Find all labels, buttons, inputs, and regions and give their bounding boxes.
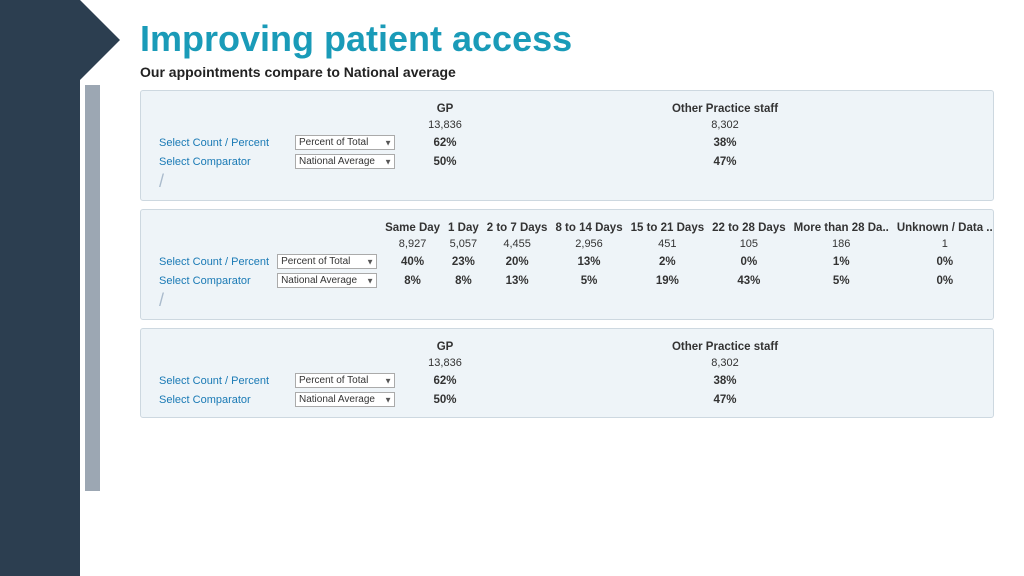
pct-unknown: 0%: [893, 252, 997, 271]
select-comparator-p2[interactable]: National Average ▼: [277, 273, 377, 288]
col-same-day: Same Day: [381, 220, 444, 236]
select-comparator-p1[interactable]: National Average ▼: [295, 154, 395, 169]
cmp-8-14: 5%: [551, 271, 626, 290]
other-comparator-p3: 47%: [665, 390, 785, 409]
other-percent-p3: 38%: [665, 371, 785, 390]
count-8-14: 2,956: [551, 236, 626, 252]
gp-count: 13,836: [405, 117, 485, 133]
col-2-7-days: 2 to 7 Days: [483, 220, 552, 236]
select-comparator-p3[interactable]: National Average ▼: [295, 392, 395, 407]
col-other-staff-p3: Other Practice staff: [665, 339, 785, 355]
count-15-21: 451: [627, 236, 709, 252]
select-comparator-label-p2: Select Comparator: [155, 271, 273, 290]
select-count-p3[interactable]: Percent of Total ▼: [295, 373, 395, 388]
count-22-28: 105: [708, 236, 790, 252]
pct-8-14: 13%: [551, 252, 626, 271]
gp-comparator-p1: 50%: [405, 152, 485, 171]
pct-22-28: 0%: [708, 252, 790, 271]
count-2-7: 4,455: [483, 236, 552, 252]
col-22-28-days: 22 to 28 Days: [708, 220, 790, 236]
col-15-21-days: 15 to 21 Days: [627, 220, 709, 236]
select-count-label-p2: Select Count / Percent: [155, 252, 273, 271]
count-same-day: 8,927: [381, 236, 444, 252]
select-count-label-p3: Select Count / Percent: [155, 371, 285, 390]
gp-count-p3: 13,836: [405, 355, 485, 371]
page-subtitle: Our appointments compare to National ave…: [140, 64, 994, 80]
count-unknown: 1: [893, 236, 997, 252]
cmp-1-day: 8%: [444, 271, 483, 290]
gp-percent-p3: 62%: [405, 371, 485, 390]
panel-days: Same Day 1 Day 2 to 7 Days 8 to 14 Days …: [140, 209, 994, 320]
col-1-day: 1 Day: [444, 220, 483, 236]
pct-same-day: 40%: [381, 252, 444, 271]
count-more-28: 186: [790, 236, 893, 252]
col-8-14-days: 8 to 14 Days: [551, 220, 626, 236]
panel-gp-staff: GP Other Practice staff 13,836 8,302: [140, 90, 994, 201]
pct-1-day: 23%: [444, 252, 483, 271]
gp-percent-p1: 62%: [405, 133, 485, 152]
select-comparator-label-p1: Select Comparator: [155, 152, 285, 171]
other-count-p3: 8,302: [665, 355, 785, 371]
count-1-day: 5,057: [444, 236, 483, 252]
select-count-p1[interactable]: Percent of Total ▼: [295, 135, 395, 150]
panel-gp-staff-2: GP Other Practice staff 13,836 8,302: [140, 328, 994, 418]
pct-2-7: 20%: [483, 252, 552, 271]
col-gp: GP: [405, 101, 485, 117]
slash-deco-1: /: [159, 171, 164, 192]
cmp-15-21: 19%: [627, 271, 709, 290]
col-more-28: More than 28 Da..: [790, 220, 893, 236]
cmp-22-28: 43%: [708, 271, 790, 290]
select-comparator-label-p3: Select Comparator: [155, 390, 285, 409]
col-unknown: Unknown / Data ..: [893, 220, 997, 236]
select-count-p2[interactable]: Percent of Total ▼: [277, 254, 377, 269]
other-percent-p1: 38%: [665, 133, 785, 152]
pct-15-21: 2%: [627, 252, 709, 271]
cmp-2-7: 13%: [483, 271, 552, 290]
other-comparator-p1: 47%: [665, 152, 785, 171]
cmp-unknown: 0%: [893, 271, 997, 290]
select-count-label-p1: Select Count / Percent: [155, 133, 285, 152]
gp-comparator-p3: 50%: [405, 390, 485, 409]
col-other-staff: Other Practice staff: [665, 101, 785, 117]
other-count: 8,302: [665, 117, 785, 133]
pct-more-28: 1%: [790, 252, 893, 271]
col-gp-p3: GP: [405, 339, 485, 355]
slash-deco-2: /: [159, 290, 164, 311]
page-title: Improving patient access: [140, 18, 994, 60]
cmp-more-28: 5%: [790, 271, 893, 290]
cmp-same-day: 8%: [381, 271, 444, 290]
